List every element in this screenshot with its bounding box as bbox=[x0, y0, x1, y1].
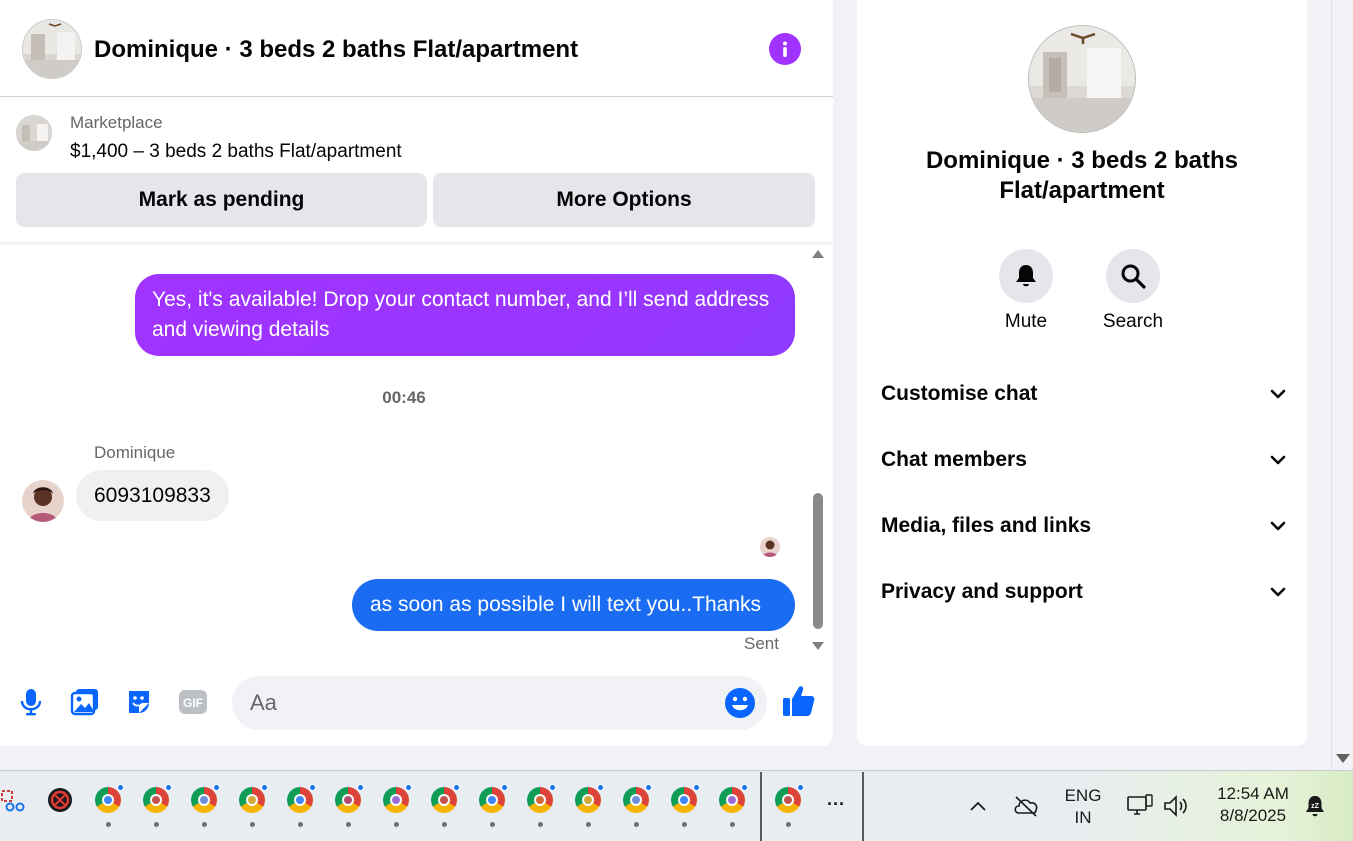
gif-icon[interactable]: GIF bbox=[176, 685, 210, 719]
chrome-taskbar-icon[interactable] bbox=[525, 784, 556, 827]
section-label: Media, files and links bbox=[881, 514, 1092, 537]
chat-scrollbar[interactable] bbox=[810, 248, 826, 656]
outgoing-message[interactable]: as soon as possible I will text you..Tha… bbox=[352, 579, 795, 631]
photo-gallery-icon[interactable] bbox=[68, 685, 102, 719]
scrollbar-thumb[interactable] bbox=[813, 493, 823, 629]
section-label: Privacy and support bbox=[881, 580, 1083, 603]
chrome-taskbar-icon[interactable] bbox=[773, 784, 804, 827]
chrome-taskbar-icon[interactable] bbox=[381, 784, 412, 827]
message-composer: GIF bbox=[0, 673, 833, 733]
chevron-down-icon bbox=[1270, 389, 1286, 399]
clock-date: 8/8/2025 bbox=[1219, 806, 1287, 825]
section-customise-chat[interactable]: Customise chat bbox=[881, 374, 1287, 414]
listing-thumbnail[interactable] bbox=[16, 115, 52, 151]
section-media-files-links[interactable]: Media, files and links bbox=[881, 506, 1287, 546]
marketplace-listing: Marketplace $1,400 – 3 beds 2 baths Flat… bbox=[0, 98, 833, 242]
thumbs-up-icon[interactable] bbox=[782, 684, 816, 718]
mark-as-pending-button[interactable]: Mark as pending bbox=[16, 173, 427, 227]
scroll-down-arrow-icon[interactable] bbox=[812, 642, 824, 650]
chrome-taskbar-icon[interactable] bbox=[477, 784, 508, 827]
chrome-taskbar-icon[interactable] bbox=[189, 784, 220, 827]
chrome-taskbar-icon[interactable] bbox=[573, 784, 604, 827]
outgoing-message[interactable]: Yes, it's available! Drop your contact n… bbox=[135, 274, 795, 356]
info-room-avatar[interactable] bbox=[1028, 25, 1136, 133]
chrome-taskbar-icon[interactable] bbox=[141, 784, 172, 827]
chrome-taskbar-icon[interactable] bbox=[717, 784, 748, 827]
emoji-icon[interactable] bbox=[724, 687, 756, 719]
network-icon[interactable] bbox=[1125, 793, 1155, 819]
page-scrollbar[interactable] bbox=[1331, 0, 1353, 770]
chat-info-panel: Dominique · 3 beds 2 baths Flat/apartmen… bbox=[857, 0, 1307, 746]
chrome-taskbar-icon[interactable] bbox=[621, 784, 652, 827]
taskbar-divider bbox=[760, 772, 762, 841]
mute-button[interactable] bbox=[999, 249, 1053, 303]
language-code: ENG bbox=[1064, 786, 1102, 805]
chevron-down-icon bbox=[1270, 455, 1286, 465]
sender-name: Dominique bbox=[94, 443, 176, 462]
chrome-taskbar-icon[interactable] bbox=[429, 784, 460, 827]
notification-bell-icon[interactable]: zZ bbox=[1301, 793, 1329, 819]
info-icon[interactable] bbox=[769, 33, 801, 65]
chat-header: Dominique · 3 beds 2 baths Flat/apartmen… bbox=[0, 0, 833, 97]
chrome-taskbar-icon[interactable] bbox=[333, 784, 364, 827]
message-input[interactable] bbox=[232, 676, 767, 730]
onedrive-offline-icon[interactable] bbox=[1011, 793, 1041, 819]
chevron-down-icon bbox=[1270, 587, 1286, 597]
message-timestamp: 00:46 bbox=[382, 388, 426, 407]
taskbar-divider bbox=[862, 772, 864, 841]
listing-price[interactable]: $1,400 – 3 beds 2 baths Flat/apartment bbox=[70, 141, 402, 163]
section-chat-members[interactable]: Chat members bbox=[881, 440, 1287, 480]
incoming-message[interactable]: 6093109833 bbox=[76, 470, 229, 521]
chat-panel: Dominique · 3 beds 2 baths Flat/apartmen… bbox=[0, 0, 833, 746]
vpn-app-icon[interactable] bbox=[45, 787, 75, 827]
chrome-taskbar-icon[interactable] bbox=[237, 784, 268, 827]
more-options-button[interactable]: More Options bbox=[433, 173, 815, 227]
system-tray: ENG IN 12:54 AM 8/8/2025 zZ bbox=[865, 771, 1353, 841]
snipping-tool-icon[interactable] bbox=[0, 787, 26, 827]
sticker-icon[interactable] bbox=[122, 685, 156, 719]
language-indicator[interactable]: ENG IN bbox=[1057, 785, 1109, 829]
scroll-up-arrow-icon[interactable] bbox=[812, 250, 824, 258]
chrome-taskbar-icon[interactable] bbox=[93, 784, 124, 827]
read-receipt-avatar bbox=[760, 537, 780, 557]
svg-text:GIF: GIF bbox=[183, 696, 203, 710]
room-avatar[interactable] bbox=[22, 19, 82, 79]
svg-text:zZ: zZ bbox=[1311, 803, 1320, 810]
chrome-taskbar-icon[interactable] bbox=[669, 784, 700, 827]
section-privacy-support[interactable]: Privacy and support bbox=[881, 572, 1287, 612]
clock-time: 12:54 AM bbox=[1217, 784, 1289, 803]
chevron-up-icon[interactable] bbox=[967, 795, 989, 817]
mute-label: Mute bbox=[1004, 311, 1048, 332]
microphone-icon[interactable] bbox=[14, 685, 48, 719]
taskbar-overflow-button[interactable]: ··· bbox=[821, 793, 851, 815]
delivery-status: Sent bbox=[744, 634, 779, 653]
section-label: Customise chat bbox=[881, 382, 1038, 405]
sender-avatar[interactable] bbox=[22, 480, 64, 522]
search-label: Search bbox=[1102, 311, 1164, 332]
search-button[interactable] bbox=[1106, 249, 1160, 303]
message-list: Yes, it's available! Drop your contact n… bbox=[0, 243, 833, 663]
info-title: Dominique · 3 beds 2 baths Flat/apartmen… bbox=[925, 147, 1239, 204]
clock[interactable]: 12:54 AM 8/8/2025 bbox=[1203, 783, 1303, 827]
chrome-taskbar-icon[interactable] bbox=[285, 784, 316, 827]
chat-title[interactable]: Dominique · 3 beds 2 baths Flat/apartmen… bbox=[94, 36, 578, 64]
listing-source-label: Marketplace bbox=[70, 113, 163, 132]
region-code: IN bbox=[1074, 808, 1092, 827]
page-scroll-down-arrow-icon[interactable] bbox=[1336, 754, 1350, 763]
section-label: Chat members bbox=[881, 448, 1027, 471]
chevron-down-icon bbox=[1270, 521, 1286, 531]
volume-icon[interactable] bbox=[1161, 793, 1191, 819]
